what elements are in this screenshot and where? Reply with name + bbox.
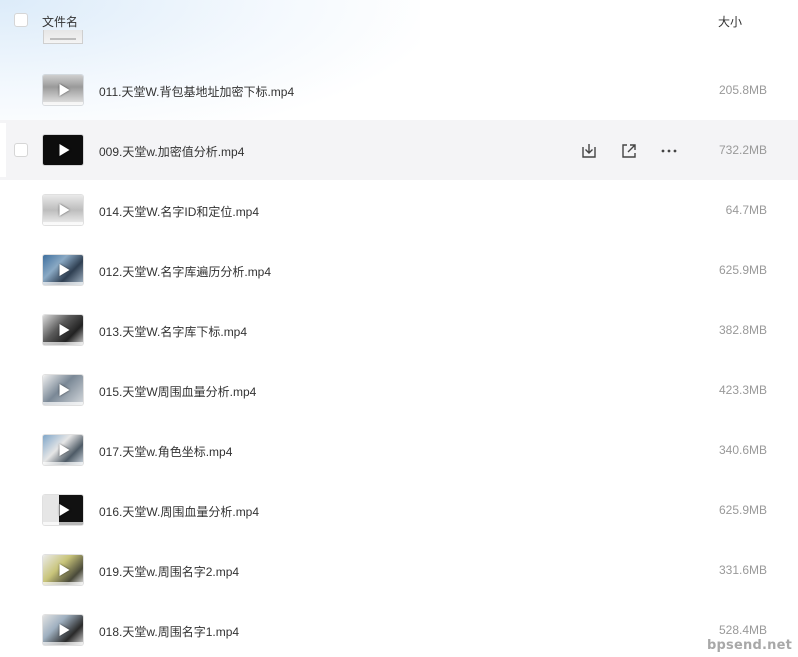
thumbnail-bar — [43, 522, 83, 525]
video-thumbnail[interactable] — [43, 435, 83, 465]
file-row[interactable]: 013.天堂W.名字库下标.mp4 382.8MB — [0, 300, 798, 360]
thumbnail-bar — [43, 402, 83, 405]
file-list-page: 文件名 大小 011.天堂W.背包基地址加密下标.mp4 205.8MB 009.天… — [0, 0, 798, 657]
file-name[interactable]: 012.天堂W.名字库遍历分析.mp4 — [99, 263, 271, 280]
play-icon — [59, 264, 70, 276]
video-thumbnail[interactable] — [43, 315, 83, 345]
file-name[interactable]: 013.天堂W.名字库下标.mp4 — [99, 323, 247, 340]
play-icon — [59, 624, 70, 636]
play-icon — [59, 144, 70, 156]
file-size: 340.6MB — [718, 443, 767, 457]
file-name[interactable]: 014.天堂W.名字ID和定位.mp4 — [99, 203, 259, 220]
file-name[interactable]: 011.天堂W.背包基地址加密下标.mp4 — [99, 83, 294, 100]
thumbnail-bar — [43, 222, 83, 225]
file-row[interactable]: 019.天堂w.周围名字2.mp4 331.6MB — [0, 540, 798, 600]
file-row[interactable]: 012.天堂W.名字库遍历分析.mp4 625.9MB — [0, 240, 798, 300]
play-icon — [59, 504, 70, 516]
video-thumbnail[interactable] — [43, 555, 83, 585]
video-thumbnail[interactable] — [43, 615, 83, 645]
file-size: 625.9MB — [718, 263, 767, 277]
thumbnail-bar — [43, 462, 83, 465]
file-size: 732.2MB — [718, 143, 767, 157]
row-checkbox[interactable] — [14, 143, 28, 157]
file-size: 205.8MB — [718, 83, 767, 97]
video-thumbnail[interactable] — [43, 135, 83, 165]
file-row[interactable]: 014.天堂W.名字ID和定位.mp4 64.7MB — [0, 180, 798, 240]
file-size: 625.9MB — [718, 503, 767, 517]
file-name[interactable]: 015.天堂W周围血量分析.mp4 — [99, 383, 256, 400]
file-size: 331.6MB — [718, 563, 767, 577]
download-icon[interactable] — [579, 141, 599, 161]
file-name[interactable]: 009.天堂w.加密值分析.mp4 — [99, 143, 244, 160]
file-name[interactable]: 016.天堂W.周围血量分析.mp4 — [99, 503, 259, 520]
file-row[interactable]: 011.天堂W.背包基地址加密下标.mp4 205.8MB — [0, 60, 798, 120]
column-header-size[interactable]: 大小 — [718, 13, 742, 30]
file-size: 423.3MB — [718, 383, 767, 397]
file-row[interactable]: 015.天堂W周围血量分析.mp4 423.3MB — [0, 360, 798, 420]
thumbnail-bar — [43, 642, 83, 645]
file-size: 382.8MB — [718, 323, 767, 337]
share-icon[interactable] — [619, 141, 639, 161]
video-thumbnail[interactable] — [43, 495, 83, 525]
thumbnail-bar — [43, 102, 83, 105]
file-name[interactable]: 018.天堂w.周围名字1.mp4 — [99, 623, 239, 640]
thumbnail-bar — [43, 342, 83, 345]
file-row[interactable]: 018.天堂w.周围名字1.mp4 528.4MB — [0, 600, 798, 657]
partial-row-thumbnail — [43, 30, 83, 44]
watermark: bpsend.net — [707, 638, 792, 653]
column-header-name[interactable]: 文件名 — [42, 13, 78, 30]
video-thumbnail[interactable] — [43, 75, 83, 105]
file-name[interactable]: 017.天堂w.角色坐标.mp4 — [99, 443, 232, 460]
thumbnail-bar — [43, 582, 83, 585]
video-thumbnail[interactable] — [43, 255, 83, 285]
play-icon — [59, 444, 70, 456]
play-icon — [59, 84, 70, 96]
file-size: 528.4MB — [718, 623, 767, 637]
play-icon — [59, 324, 70, 336]
video-thumbnail[interactable] — [43, 375, 83, 405]
list-header: 文件名 大小 — [0, 0, 798, 40]
video-thumbnail[interactable] — [43, 195, 83, 225]
file-size: 64.7MB — [725, 203, 767, 217]
play-icon — [59, 204, 70, 216]
play-icon — [59, 384, 70, 396]
select-all-checkbox[interactable] — [14, 13, 28, 27]
file-row[interactable]: 016.天堂W.周围血量分析.mp4 625.9MB — [0, 480, 798, 540]
file-row[interactable]: 017.天堂w.角色坐标.mp4 340.6MB — [0, 420, 798, 480]
thumbnail-bar — [43, 282, 83, 285]
play-icon — [59, 564, 70, 576]
more-icon[interactable] — [659, 141, 679, 161]
file-name[interactable]: 019.天堂w.周围名字2.mp4 — [99, 563, 239, 580]
